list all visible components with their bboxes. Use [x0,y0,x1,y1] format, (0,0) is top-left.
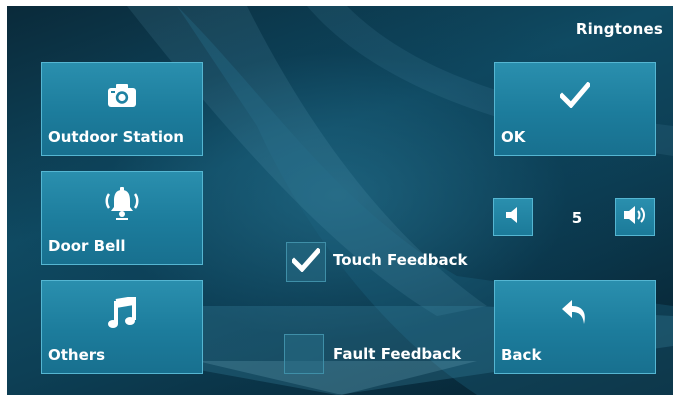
volume-level: 5 [571,209,583,227]
page-title: Ringtones [575,20,663,38]
camera-icon [102,75,142,115]
volume-up-button[interactable] [615,198,655,236]
touch-feedback-label: Touch Feedback [333,251,468,269]
check-icon [555,75,595,115]
outdoor-station-button[interactable]: Outdoor Station [41,62,203,156]
bell-icon [102,184,142,224]
ok-label: OK [501,128,526,146]
back-label: Back [501,346,542,364]
volume-down-icon [503,205,523,229]
volume-up-icon [622,204,648,230]
volume-down-button[interactable] [493,198,533,236]
checkmark-icon [290,247,322,276]
others-button[interactable]: Others [41,280,203,374]
door-bell-label: Door Bell [48,237,126,255]
fault-feedback-label: Fault Feedback [333,345,462,363]
back-button[interactable]: Back [494,280,656,374]
others-label: Others [48,346,106,364]
outdoor-station-label: Outdoor Station [48,128,184,146]
fault-feedback-checkbox[interactable] [284,334,324,374]
ringtones-screen: Ringtones Outdoor Station Door Bell Othe… [7,6,673,395]
touch-feedback-checkbox[interactable] [286,242,326,282]
ok-button[interactable]: OK [494,62,656,156]
door-bell-button[interactable]: Door Bell [41,171,203,265]
music-note-icon [102,293,142,333]
back-arrow-icon [555,293,595,333]
